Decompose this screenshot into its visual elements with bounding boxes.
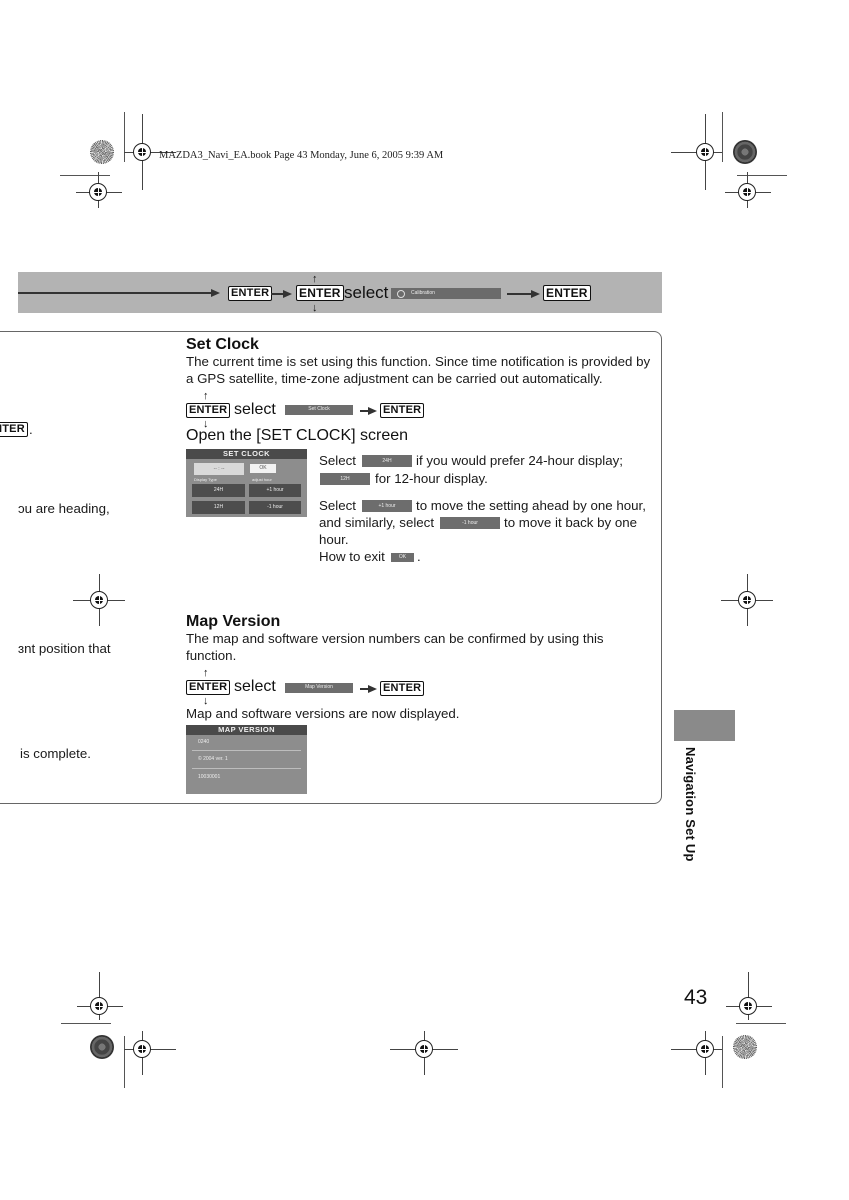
calibration-label: Calibration <box>411 290 435 296</box>
plus-1-hour-chip: +1 hour <box>362 500 412 512</box>
left-text-fragment: ɜnt position that <box>18 641 111 656</box>
set-clock-description: a GPS satellite, time-zone adjustment ca… <box>186 371 603 386</box>
color-bar-dark-icon <box>733 140 757 164</box>
section-tab-marker <box>674 710 735 741</box>
left-text-fragment: ɔu are heading, <box>18 501 110 516</box>
minus-1-hour-button: -1 hour <box>249 501 301 514</box>
enter-key-icon: ENTER <box>186 403 231 418</box>
content-panel <box>0 331 662 804</box>
instruction-text: Select <box>319 498 356 513</box>
map-version-displayed-text: Map and software versions are now displa… <box>186 706 460 721</box>
instruction-text: to move the setting ahead by one hour, <box>416 498 646 513</box>
select-label: select <box>234 401 276 418</box>
adjust-hour-label: adjust hour <box>252 477 272 482</box>
calibration-icon <box>397 290 405 298</box>
trim-line <box>60 175 110 176</box>
page-number: 43 <box>684 986 708 1009</box>
screen-title: MAP VERSION <box>186 725 307 735</box>
set-clock-description: The current time is set using this funct… <box>186 354 651 369</box>
instruction-text: Select <box>319 453 356 468</box>
calibration-menu-chip: Calibration <box>391 288 501 299</box>
map-version-row: © 2004 ver. 1 <box>198 756 228 762</box>
print-header: MAZDA3_Navi_EA.book Page 43 Monday, June… <box>159 150 444 161</box>
arrow-right-icon <box>368 407 377 415</box>
24h-button: 24H <box>192 484 245 497</box>
map-version-screen-image: MAP VERSION 0240 © 2004 ver. 1 10030001 <box>186 725 307 794</box>
trim-line <box>737 175 787 176</box>
enter-key-icon: ENTER <box>543 285 591 301</box>
plus-1-hour-button: +1 hour <box>249 484 301 497</box>
12h-button: 12H <box>192 501 245 514</box>
map-version-menu-chip: Map Version <box>285 683 353 693</box>
instruction-text: to move it back by one <box>504 515 638 530</box>
enter-key-icon: ENTER <box>380 403 425 418</box>
minus-1-hour-chip: -1 hour <box>440 517 500 529</box>
section-tab-label: Navigation Set Up <box>683 747 698 862</box>
select-label: select <box>344 283 389 302</box>
map-version-description: The map and software version numbers can… <box>186 631 604 646</box>
arrow-right-icon <box>368 685 377 693</box>
trim-line <box>722 112 723 162</box>
set-clock-heading: Set Clock <box>186 336 259 353</box>
enter-key-icon: ENTER <box>186 680 231 695</box>
display-type-label: Display Type <box>194 477 217 482</box>
map-version-description: function. <box>186 648 237 663</box>
instruction-text: for 12-hour display. <box>375 471 488 486</box>
color-bar-sunburst-icon <box>90 140 114 164</box>
screen-title: SET CLOCK <box>186 449 307 459</box>
24h-chip: 24H <box>362 455 412 467</box>
12h-chip: 12H <box>320 473 370 485</box>
arrow-right-icon <box>531 290 540 298</box>
color-bar-sunburst-icon <box>733 1035 757 1059</box>
arrow-up-icon: ↑ <box>312 273 318 285</box>
instruction-text: How to exit <box>319 549 385 564</box>
enter-key-icon: ENTER <box>296 285 344 301</box>
instruction-text: hour. <box>319 532 349 547</box>
left-text-fragment: is complete. <box>20 746 91 761</box>
color-bar-dark-icon <box>90 1035 114 1059</box>
instruction-text: . <box>417 549 421 564</box>
divider <box>192 750 301 751</box>
set-clock-menu-chip: Set Clock <box>285 405 353 415</box>
trim-line <box>736 1023 786 1024</box>
period: . <box>29 422 33 437</box>
trim-line <box>722 1036 723 1088</box>
open-set-clock-screen-text: Open the [SET CLOCK] screen <box>186 427 409 444</box>
select-label: select <box>234 678 276 695</box>
divider <box>192 768 301 769</box>
software-version-row: 10030001 <box>198 774 221 780</box>
instruction-text: if you would prefer 24-hour display; <box>416 453 623 468</box>
flow-line <box>18 292 213 294</box>
trim-line <box>61 1023 111 1024</box>
set-clock-screen-image: SET CLOCK -- : -- OK Display Type adjust… <box>186 449 307 517</box>
arrow-right-icon <box>283 290 292 298</box>
arrow-up-icon: ↑ <box>203 667 209 679</box>
instruction-text: and similarly, select <box>319 515 435 530</box>
map-version-row: 0240 <box>198 739 210 745</box>
arrow-down-icon: ↓ <box>312 302 318 314</box>
flow-banner: ENTER ↑ ENTER ↓ select Calibration ENTER <box>18 272 662 314</box>
enter-key-icon: ENTER <box>380 681 425 696</box>
arrow-right-icon <box>211 289 220 297</box>
enter-key-icon-partial: ITER <box>0 422 28 437</box>
time-display-field: -- : -- <box>194 463 244 475</box>
enter-key-icon: ENTER <box>228 286 273 301</box>
trim-line <box>124 1036 125 1088</box>
trim-line <box>124 112 125 162</box>
map-version-heading: Map Version <box>186 613 281 630</box>
ok-chip: OK <box>391 553 414 562</box>
arrow-up-icon: ↑ <box>203 390 209 402</box>
arrow-line <box>507 293 533 295</box>
ok-button: OK <box>250 464 276 473</box>
